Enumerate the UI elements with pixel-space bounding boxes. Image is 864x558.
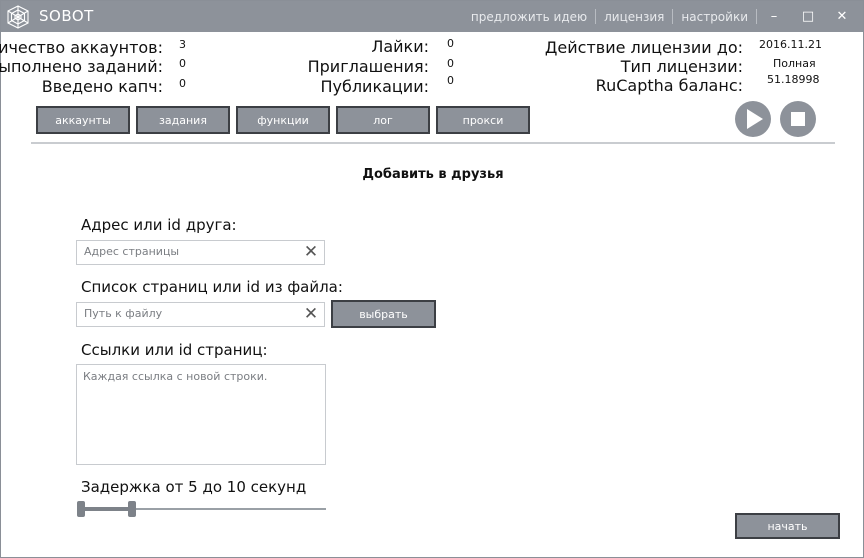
clear-icon[interactable]: ✕: [303, 243, 319, 261]
minimize-icon[interactable]: –: [761, 9, 787, 24]
tab-log[interactable]: лог: [336, 106, 430, 134]
play-icon: [747, 109, 763, 129]
play-button[interactable]: [735, 101, 771, 137]
app-window: SOBOT предложить идею лицензия настройки…: [0, 0, 864, 558]
stat-value: Полная: [773, 57, 816, 70]
stat-label: Лайки:: [371, 37, 429, 56]
file-path-field: ✕: [76, 302, 325, 327]
stat-invites: Приглашения:: [301, 57, 429, 76]
stop-button[interactable]: [780, 101, 816, 137]
tab-functions[interactable]: функции: [236, 106, 330, 134]
stat-value: 0: [447, 37, 454, 50]
delay-range-slider[interactable]: [77, 501, 327, 517]
stat-label: Введено капч:: [41, 77, 163, 96]
stat-rucaptcha: RuCaptha баланс:: [561, 76, 743, 95]
stat-tasks: Выполнено заданий:: [0, 57, 163, 76]
maximize-icon[interactable]: □: [795, 9, 821, 24]
section-title: Добавить в друзья: [362, 167, 504, 182]
close-icon[interactable]: ✕: [829, 9, 855, 24]
slider-min-handle[interactable]: [77, 501, 85, 517]
stat-label: Тип лицензии:: [620, 57, 743, 76]
stat-value: 0: [447, 57, 454, 70]
stat-label: RuCaptha баланс:: [595, 76, 743, 95]
stat-value: 0: [179, 57, 186, 70]
tab-bar: аккаунты задания функции лог прокси: [36, 106, 536, 134]
links-textarea[interactable]: [83, 370, 317, 458]
tab-accounts[interactable]: аккаунты: [36, 106, 130, 134]
stat-posts: Публикации:: [301, 77, 429, 96]
stop-icon: [791, 112, 805, 126]
friend-address-input[interactable]: [84, 245, 294, 258]
stat-license-type: Тип лицензии:: [561, 57, 743, 76]
stat-label: Действие лицензии до:: [544, 38, 743, 57]
friend-address-label: Адрес или id друга:: [81, 216, 237, 234]
friend-address-field: ✕: [76, 240, 325, 265]
settings-link[interactable]: настройки: [673, 10, 756, 24]
slider-max-handle[interactable]: [128, 501, 136, 517]
stat-label: Приглашения:: [307, 57, 429, 76]
nav-separator: [756, 9, 757, 24]
delay-label: Задержка от 5 до 10 секунд: [81, 478, 307, 496]
stat-label: Количество аккаунтов:: [0, 38, 163, 57]
slider-selected-range: [81, 507, 132, 511]
stat-likes: Лайки:: [301, 37, 429, 56]
file-path-input[interactable]: [84, 307, 294, 320]
tab-tasks[interactable]: задания: [136, 106, 230, 134]
stat-value: 51.18998: [767, 73, 820, 86]
stat-accounts: Количество аккаунтов:: [0, 38, 163, 57]
stat-value: 0: [447, 74, 454, 87]
stat-value: 3: [179, 38, 186, 51]
stat-value: 0: [179, 77, 186, 90]
choose-file-button[interactable]: выбрать: [331, 300, 436, 328]
links-label: Ссылки или id страниц:: [81, 341, 268, 359]
stat-license-until: Действие лицензии до:: [545, 38, 743, 57]
start-button[interactable]: начать: [735, 513, 840, 539]
stat-label: Выполнено заданий:: [0, 57, 163, 76]
suggest-idea-link[interactable]: предложить идею: [463, 10, 595, 24]
clear-icon[interactable]: ✕: [303, 305, 319, 323]
license-link[interactable]: лицензия: [596, 10, 672, 24]
header-divider: [31, 142, 835, 144]
stat-captcha: Введено капч:: [1, 77, 163, 96]
file-list-label: Список страниц или id из файла:: [81, 278, 343, 296]
spider-web-logo-icon: [7, 5, 29, 29]
stat-value: 2016.11.21: [759, 38, 822, 51]
tab-proxy[interactable]: прокси: [436, 106, 530, 134]
app-title: SOBOT: [39, 7, 94, 25]
title-bar[interactable]: SOBOT предложить идею лицензия настройки…: [1, 1, 863, 32]
links-field: [76, 364, 326, 465]
top-navigation: предложить идею лицензия настройки – □ ✕: [463, 9, 855, 24]
stat-label: Публикации:: [320, 77, 429, 96]
